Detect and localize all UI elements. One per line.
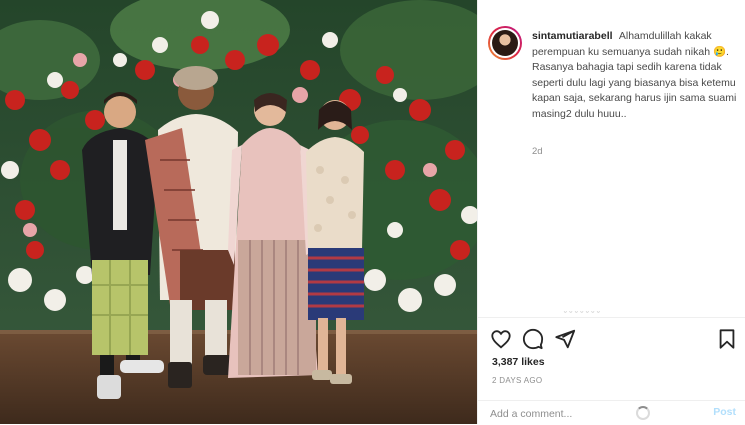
likes-count[interactable]: 3,387 likes: [492, 356, 545, 368]
avatar[interactable]: [488, 26, 522, 60]
heart-icon[interactable]: [490, 328, 512, 350]
caption: sintamutiarabell Alhamdulillah kakak per…: [532, 29, 738, 122]
post-photo-image: [0, 0, 477, 424]
comment-input[interactable]: [490, 405, 660, 423]
comment-icon[interactable]: [522, 328, 544, 350]
caption-text: Alhamdulillah kakak perempuan ku semuany…: [532, 30, 737, 120]
post-photo[interactable]: [0, 0, 477, 424]
loading-spinner-icon: [636, 406, 650, 420]
post-side-panel: sintamutiarabell Alhamdulillah kakak per…: [477, 0, 745, 424]
post-date[interactable]: 2 DAYS AGO: [492, 376, 542, 385]
post-button[interactable]: Post: [713, 406, 736, 418]
add-comment-bar: Post: [478, 400, 745, 425]
bookmark-icon[interactable]: [716, 328, 738, 350]
share-icon[interactable]: [554, 328, 576, 350]
post-actions: 3,387 likes 2 DAYS AGO Post: [478, 317, 745, 424]
username-link[interactable]: sintamutiarabell: [532, 30, 613, 42]
avatar-image: [492, 30, 518, 56]
caption-time[interactable]: 2d: [532, 146, 543, 157]
avatar-ring: [490, 28, 520, 58]
